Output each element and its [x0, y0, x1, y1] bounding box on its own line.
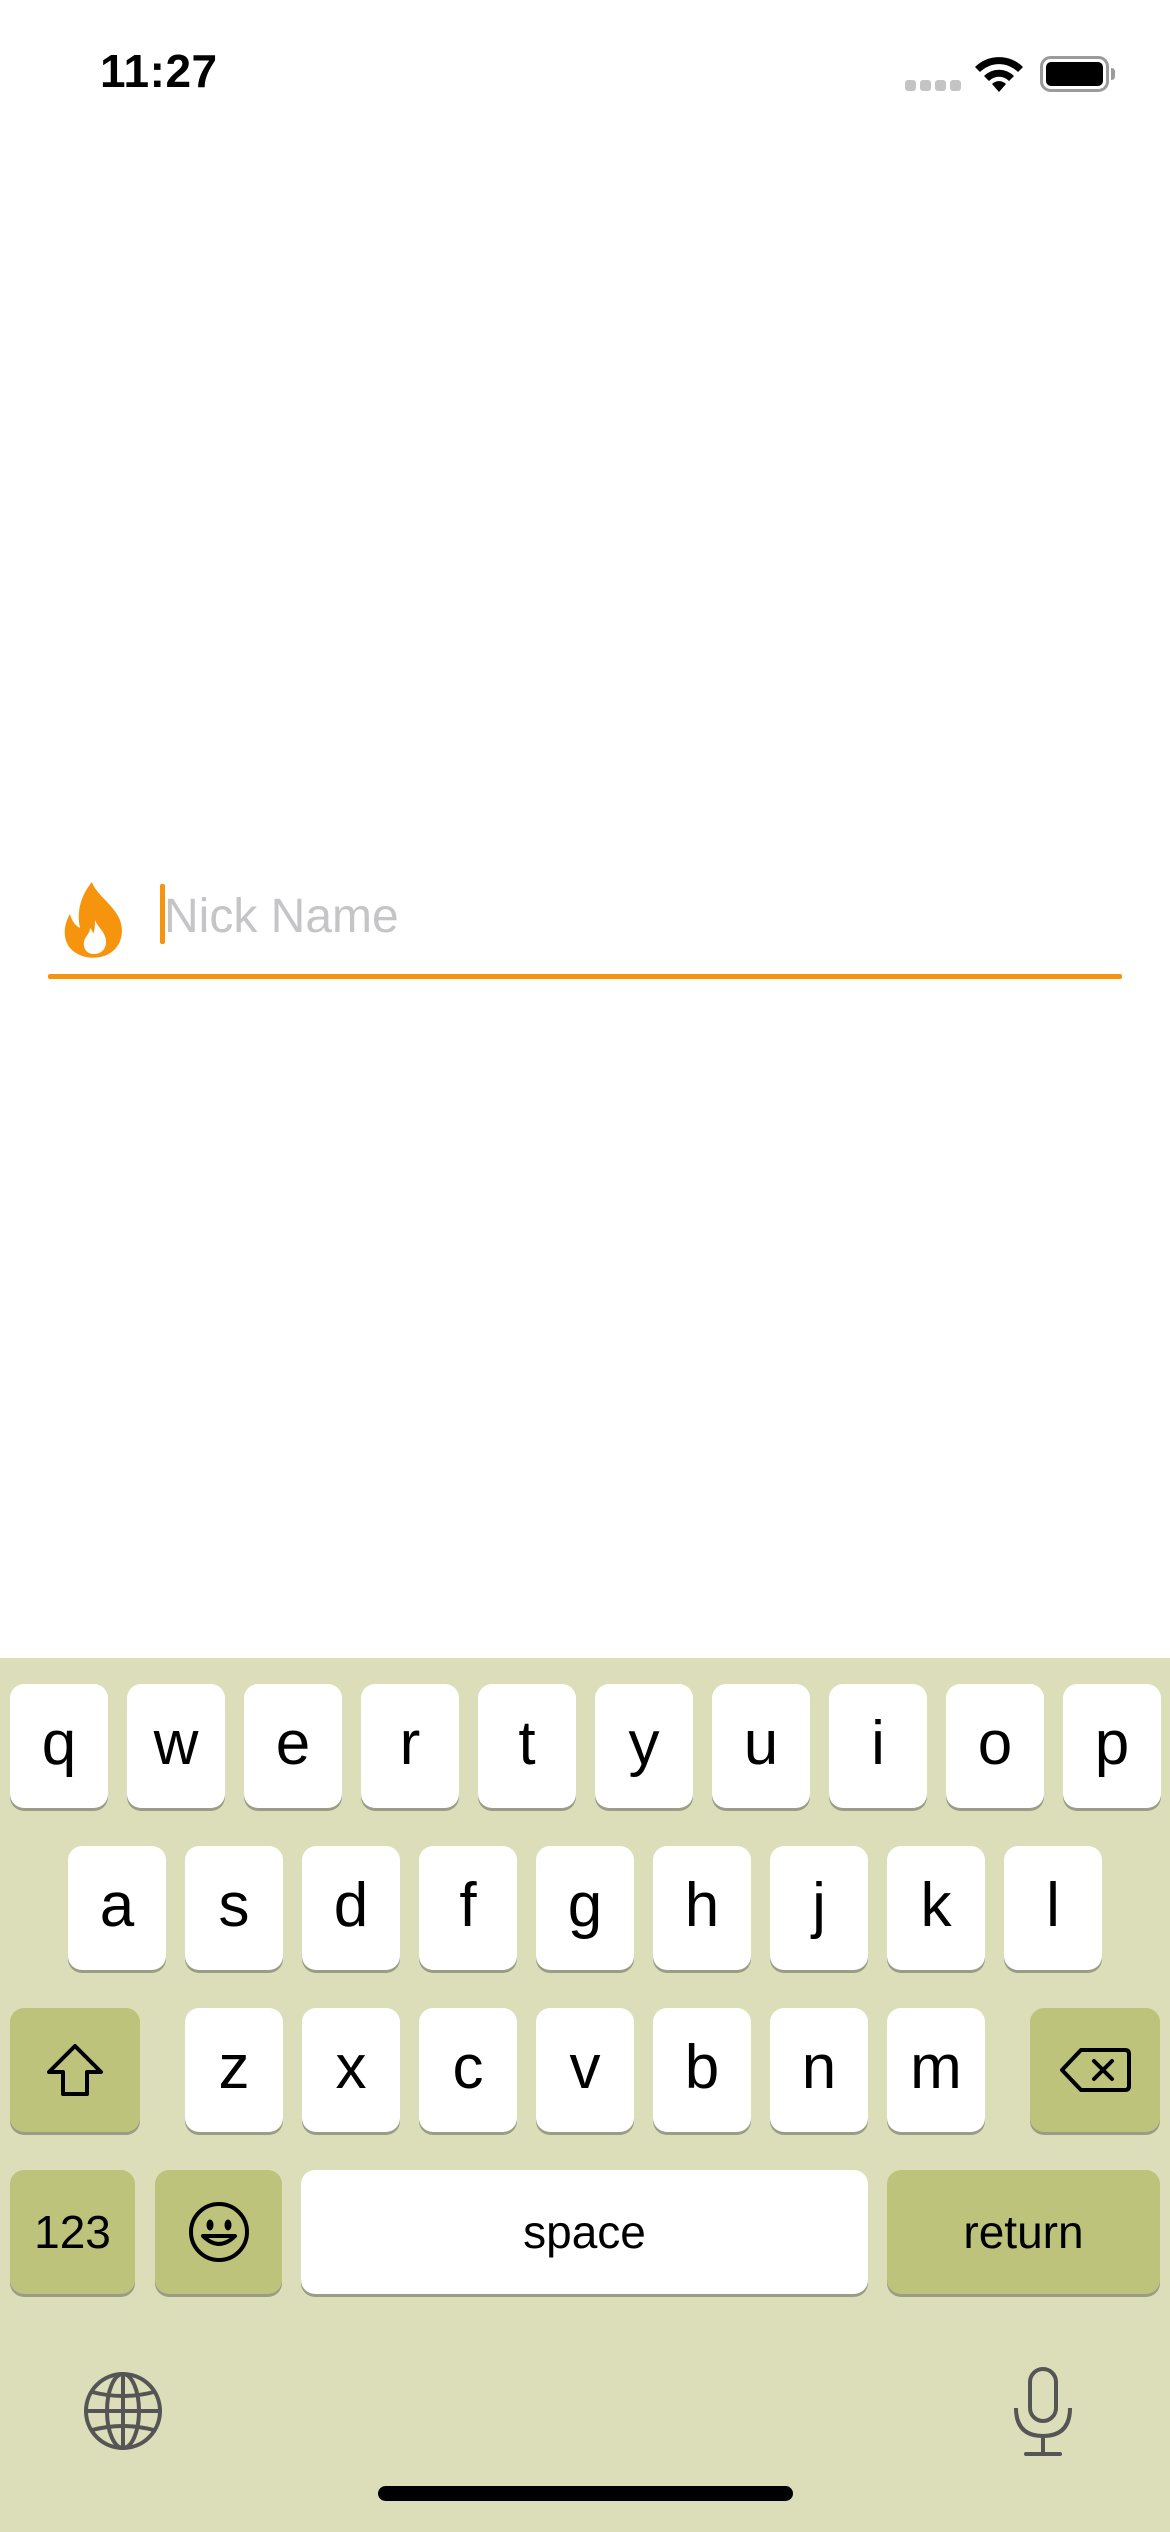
key-m[interactable]: m	[887, 2008, 985, 2132]
key-p[interactable]: p	[1063, 1684, 1161, 1808]
key-u[interactable]: u	[712, 1684, 810, 1808]
space-key[interactable]: space	[301, 2170, 868, 2294]
key-q[interactable]: q	[10, 1684, 108, 1808]
shift-key[interactable]	[10, 2008, 140, 2132]
keyboard: q w e r t y u i o p a s d f g h j k l z …	[0, 1658, 1170, 2532]
key-v[interactable]: v	[536, 2008, 634, 2132]
key-j[interactable]: j	[770, 1846, 868, 1970]
key-z[interactable]: z	[185, 2008, 283, 2132]
key-a[interactable]: a	[68, 1846, 166, 1970]
key-d[interactable]: d	[302, 1846, 400, 1970]
key-x[interactable]: x	[302, 2008, 400, 2132]
fire-icon	[64, 882, 122, 958]
status-time: 11:27	[100, 45, 218, 97]
key-t[interactable]: t	[478, 1684, 576, 1808]
key-h[interactable]: h	[653, 1846, 751, 1970]
key-y[interactable]: y	[595, 1684, 693, 1808]
microphone-icon[interactable]	[1010, 2366, 1076, 2458]
nickname-input[interactable]	[162, 876, 1104, 956]
globe-icon[interactable]	[82, 2370, 164, 2452]
status-bar: 11:27	[0, 0, 1170, 150]
text-cursor	[160, 884, 165, 944]
numbers-key[interactable]: 123	[10, 2170, 135, 2294]
nickname-field[interactable]	[48, 866, 1122, 982]
battery-icon	[1040, 56, 1115, 92]
return-key-label: return	[963, 2206, 1084, 2258]
delete-key[interactable]	[1030, 2008, 1160, 2132]
numbers-key-label: 123	[34, 2206, 111, 2258]
return-key[interactable]: return	[887, 2170, 1160, 2294]
wifi-icon	[975, 57, 1023, 92]
shift-icon	[47, 2044, 103, 2096]
space-key-label: space	[523, 2206, 646, 2258]
cellular-signal-icon	[905, 80, 961, 92]
delete-icon	[1060, 2048, 1131, 2092]
field-underline	[48, 974, 1122, 979]
key-w[interactable]: w	[127, 1684, 225, 1808]
key-b[interactable]: b	[653, 2008, 751, 2132]
key-f[interactable]: f	[419, 1846, 517, 1970]
key-c[interactable]: c	[419, 2008, 517, 2132]
key-r[interactable]: r	[361, 1684, 459, 1808]
key-i[interactable]: i	[829, 1684, 927, 1808]
emoji-icon	[188, 2202, 249, 2262]
key-l[interactable]: l	[1004, 1846, 1102, 1970]
key-s[interactable]: s	[185, 1846, 283, 1970]
key-n[interactable]: n	[770, 2008, 868, 2132]
emoji-key[interactable]	[155, 2170, 282, 2294]
key-k[interactable]: k	[887, 1846, 985, 1970]
key-e[interactable]: e	[244, 1684, 342, 1808]
key-g[interactable]: g	[536, 1846, 634, 1970]
key-o[interactable]: o	[946, 1684, 1044, 1808]
home-indicator[interactable]	[378, 2486, 793, 2501]
